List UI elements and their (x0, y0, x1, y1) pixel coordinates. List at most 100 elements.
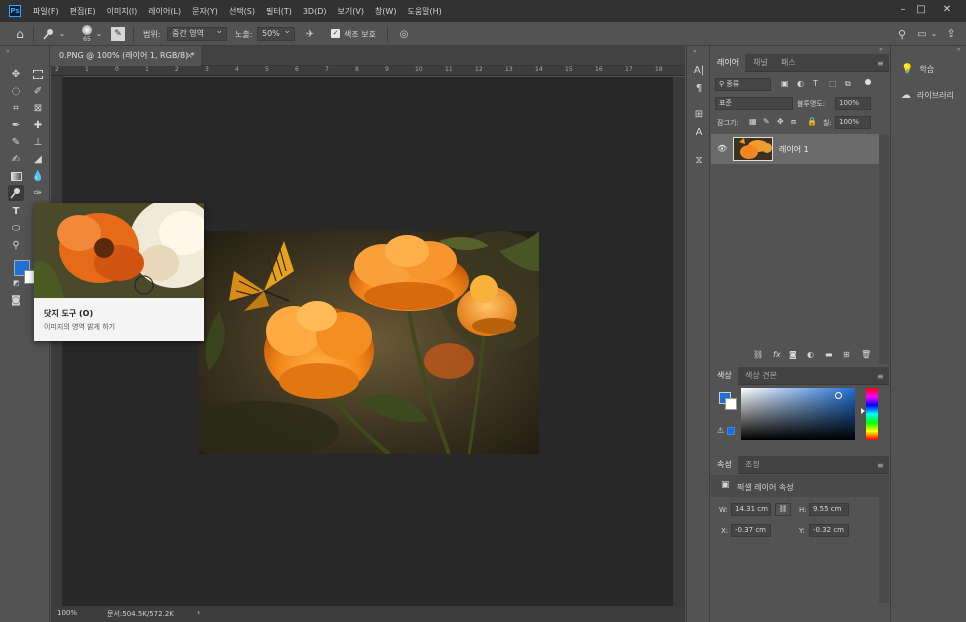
marquee-tool-icon[interactable] (30, 66, 46, 82)
menu-filter[interactable]: 필터(T) (266, 6, 292, 17)
document-image[interactable] (199, 231, 539, 454)
menu-view[interactable]: 보기(V) (338, 6, 364, 17)
shape-tool-icon[interactable]: ⬭ (8, 220, 24, 236)
gamut-warning-icon[interactable]: ⚠ (717, 426, 724, 435)
type-tool-icon[interactable]: T (8, 203, 24, 219)
search-icon[interactable]: ⚲ (896, 27, 908, 41)
x-input[interactable]: -0.37 cm (731, 524, 771, 537)
height-input[interactable]: 9.55 cm (809, 503, 849, 516)
range-select[interactable]: 중간 영역 (167, 25, 227, 41)
y-input[interactable]: -0.32 cm (809, 524, 849, 537)
lock-artboard-icon[interactable]: ⧈ (791, 117, 796, 127)
status-chevron-icon[interactable]: › (197, 608, 200, 617)
lock-image-icon[interactable]: ✎ (763, 117, 770, 126)
filter-adjust-icon[interactable]: ◐ (797, 79, 804, 88)
brush-settings-icon[interactable]: ✎ (111, 27, 125, 41)
character-styles-icon[interactable]: A (691, 124, 707, 140)
brush-chevron-icon[interactable]: ⌄ (95, 28, 103, 38)
filter-type-icon[interactable]: T (813, 79, 818, 88)
share-icon[interactable]: ⇪ (945, 26, 957, 40)
airbrush-icon[interactable]: ✈ (303, 27, 317, 41)
strip-collapse-icon[interactable]: « (693, 48, 697, 55)
tab-adjustments[interactable]: 조정 (739, 456, 766, 474)
width-input[interactable]: 14.31 cm (731, 503, 771, 516)
layers-panel-menu-icon[interactable]: ≡ (877, 59, 884, 68)
paragraph-panel-icon[interactable]: ¶ (691, 80, 707, 96)
new-group-icon[interactable]: ▬ (825, 350, 833, 359)
close-tab-icon[interactable]: × (186, 46, 193, 66)
lock-position-icon[interactable]: ✥ (777, 117, 784, 126)
lasso-tool-icon[interactable]: ◌ (8, 83, 24, 99)
history-panel-icon[interactable]: ⧖ (691, 152, 707, 168)
tab-paths[interactable]: 패스 (775, 54, 802, 72)
layer-filter-select[interactable]: ⚲ 종류 (715, 78, 771, 91)
menu-help[interactable]: 도움말(H) (407, 6, 441, 17)
close-window-icon[interactable]: ✕ (938, 3, 956, 17)
eyedropper-tool-icon[interactable]: ✒ (8, 117, 24, 133)
blur-tool-icon[interactable]: 💧 (30, 168, 46, 184)
layer-style-icon[interactable]: fx (773, 350, 781, 359)
menu-image[interactable]: 이미지(I) (107, 6, 138, 17)
lock-all-icon[interactable]: 🔒 (807, 117, 817, 126)
hue-slider[interactable] (866, 388, 878, 440)
tab-channels[interactable]: 채널 (747, 54, 774, 72)
delete-layer-icon[interactable]: 🗑 (861, 350, 871, 359)
workspace-chevron-icon[interactable]: ⌄ (930, 28, 938, 38)
quick-select-tool-icon[interactable]: ✐ (30, 83, 46, 99)
brush-tool-icon[interactable]: ✎ (8, 134, 24, 150)
dodge-tool-icon[interactable] (8, 185, 24, 201)
document-info[interactable]: 문서:504.5K/572.2K (107, 609, 174, 619)
link-layers-icon[interactable]: ⛓ (753, 350, 763, 359)
preset-chevron-icon[interactable]: ⌄ (58, 28, 66, 38)
pressure-icon[interactable]: ◎ (397, 27, 411, 41)
color-background-swatch[interactable] (725, 398, 737, 410)
color-panel-menu-icon[interactable]: ≡ (877, 372, 884, 381)
home-icon[interactable]: ⌂ (12, 26, 28, 42)
crop-tool-icon[interactable]: ⌗ (8, 100, 24, 116)
layer-row[interactable]: 👁 레이어 1 (711, 134, 879, 164)
web-safe-swatch[interactable] (727, 427, 735, 435)
move-tool-icon[interactable]: ✥ (8, 66, 24, 82)
menu-edit[interactable]: 편집(E) (70, 6, 96, 17)
brush-size-picker[interactable]: 65 (78, 24, 96, 44)
tab-swatches[interactable]: 색상 견본 (739, 367, 783, 385)
dodge-tool-preset-icon[interactable] (41, 26, 57, 42)
panels-collapse-icon[interactable]: » (879, 46, 883, 53)
filter-shape-icon[interactable]: ⬚ (829, 79, 837, 88)
character-panel-icon[interactable]: A| (691, 62, 707, 78)
filter-toggle[interactable] (865, 79, 871, 85)
document-tab[interactable]: 0.PNG @ 100% (레이어 1, RGB/8) * × (51, 46, 201, 66)
fill-input[interactable]: 100% (835, 116, 871, 129)
toolbar-collapse-icon[interactable]: » (6, 48, 10, 55)
menu-select[interactable]: 선택(S) (229, 6, 255, 17)
libraries-item[interactable]: ☁ 라이브러리 (891, 84, 966, 106)
blend-mode-select[interactable]: 표준 (715, 97, 793, 110)
menu-layer[interactable]: 레이어(L) (148, 6, 181, 17)
minimize-icon[interactable]: – (894, 3, 912, 17)
menu-3d[interactable]: 3D(D) (303, 7, 327, 16)
visibility-eye-icon[interactable]: 👁 (717, 144, 727, 153)
lock-transparent-icon[interactable]: ▦ (749, 117, 757, 126)
healing-brush-tool-icon[interactable]: ✚ (30, 117, 46, 133)
tab-layers[interactable]: 레이어 (711, 54, 746, 72)
exposure-input[interactable]: 50% (257, 25, 295, 41)
workspace-icon[interactable]: ▭ (916, 27, 928, 41)
opacity-input[interactable]: 100% (835, 97, 871, 110)
right-panel-collapse-icon[interactable]: » (957, 46, 961, 53)
filter-smart-icon[interactable]: ⧉ (845, 79, 851, 89)
gradient-tool-icon[interactable] (8, 168, 24, 184)
history-brush-tool-icon[interactable]: ✍ (8, 151, 24, 167)
filter-pixel-icon[interactable]: ▣ (781, 79, 789, 88)
learn-item[interactable]: 💡 학습 (891, 58, 966, 80)
quick-mask-icon[interactable]: ◙ (8, 292, 24, 308)
add-mask-icon[interactable]: ◙ (789, 350, 797, 359)
link-dimensions-icon[interactable]: ⛓ (775, 503, 791, 516)
layers-scrollbar[interactable] (879, 134, 889, 364)
zoom-tool-icon[interactable]: ⚲ (8, 237, 24, 253)
adjustment-layer-icon[interactable]: ◐ (807, 350, 814, 359)
clone-stamp-tool-icon[interactable]: ⊥ (30, 134, 46, 150)
menu-file[interactable]: 파일(F) (33, 6, 59, 17)
glyphs-panel-icon[interactable]: ⊞ (691, 106, 707, 122)
tab-color[interactable]: 색상 (711, 367, 738, 385)
zoom-level[interactable]: 100% (57, 609, 77, 617)
